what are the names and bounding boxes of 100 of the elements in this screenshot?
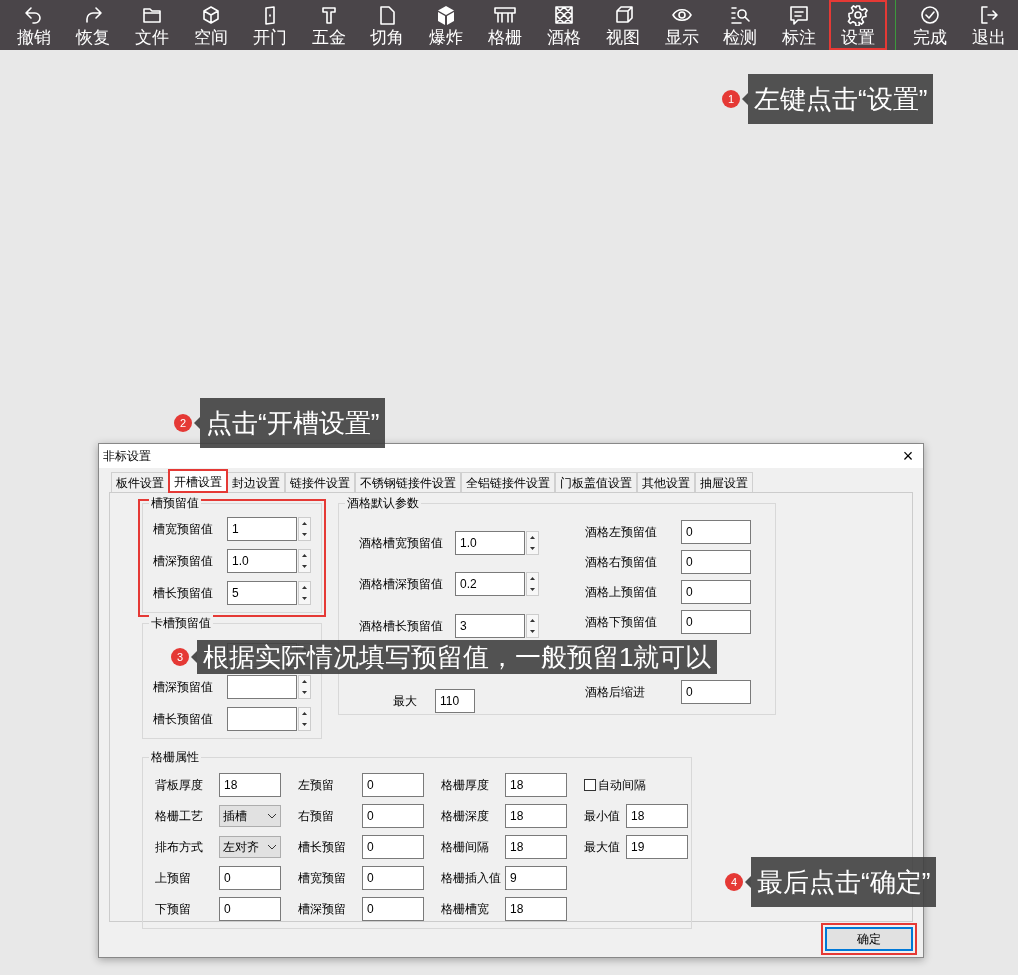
toolbar-button[interactable]: 五金 (299, 0, 358, 50)
input-field[interactable]: 1.0 (455, 530, 525, 555)
tab[interactable]: 开槽设置 (169, 470, 227, 492)
input-field[interactable]: 19 (626, 835, 688, 859)
checkbox-label: 自动间隔 (598, 777, 646, 794)
tab[interactable]: 其他设置 (637, 472, 695, 492)
input-field[interactable]: 110 (435, 689, 475, 714)
input-field[interactable]: 0 (362, 897, 424, 921)
spin-buttons[interactable] (298, 707, 311, 731)
callout-tooltip: 最后点击“确定” (751, 857, 937, 907)
field-label: 酒格上预留值 (585, 584, 658, 601)
input-field[interactable]: 0 (681, 680, 751, 704)
field-label: 最大值 (584, 839, 621, 856)
note-icon (788, 4, 811, 26)
field-label: 槽宽预留 (298, 870, 347, 887)
toolbar-button[interactable]: 视图 (593, 0, 653, 50)
input-field[interactable]: 0 (362, 866, 424, 890)
toolbar-button[interactable]: 切角 (357, 0, 417, 50)
input-field[interactable]: 18 (505, 804, 567, 828)
tab[interactable]: 不锈钢链接件设置 (355, 472, 461, 492)
spin-buttons[interactable] (298, 581, 311, 605)
grille-icon (494, 4, 517, 26)
input-field[interactable]: 18 (626, 804, 688, 828)
spin-buttons[interactable] (298, 549, 311, 573)
toolbar-button[interactable]: 撤销 (5, 0, 64, 50)
toolbar-button[interactable]: 酒格 (534, 0, 594, 50)
field-label: 酒格槽宽预留值 (359, 534, 444, 552)
input-field[interactable]: 3 (455, 613, 525, 638)
checkbox[interactable] (584, 779, 596, 791)
toolbar-button[interactable]: 开门 (240, 0, 300, 50)
toolbar-button[interactable]: 恢复 (63, 0, 123, 50)
input-field[interactable]: 0 (362, 773, 424, 797)
close-button[interactable]: × (893, 444, 923, 468)
input-field[interactable]: 1 (227, 517, 297, 541)
toolbar-button[interactable]: 文件 (122, 0, 182, 50)
field-label: 酒格后缩进 (585, 684, 646, 701)
input-field[interactable]: 18 (219, 773, 281, 797)
spin-buttons[interactable] (298, 517, 311, 541)
field-label: 格栅插入值 (441, 870, 502, 887)
input-field[interactable]: 9 (505, 866, 567, 890)
field-label: 下预留 (155, 901, 192, 918)
input-field[interactable]: 0 (219, 866, 281, 890)
dropdown[interactable]: 左对齐 (219, 836, 281, 858)
input-field[interactable]: 0 (681, 610, 751, 634)
group-title: 槽预留值 (149, 495, 201, 511)
input-field[interactable]: 18 (505, 773, 567, 797)
tab[interactable]: 封边设置 (227, 472, 285, 492)
field-label: 格栅槽宽 (441, 901, 490, 918)
dropdown[interactable]: 插槽 (219, 805, 281, 827)
input-field[interactable]: 18 (505, 897, 567, 921)
tab[interactable]: 全铝链接件设置 (461, 472, 555, 492)
tab[interactable]: 门板盖值设置 (555, 472, 637, 492)
chevron-down-icon (267, 844, 277, 850)
toolbar-button[interactable]: 爆炸 (416, 0, 476, 50)
field-label: 最大 (392, 693, 418, 711)
input-field[interactable]: 0 (681, 520, 751, 544)
field-label: 酒格槽长预留值 (359, 617, 444, 635)
group-title: 酒格默认参数 (345, 495, 421, 511)
input-field[interactable]: 0 (681, 550, 751, 574)
input-field[interactable]: 1.0 (227, 549, 297, 573)
field-label: 格栅深度 (441, 808, 490, 825)
spin-buttons[interactable] (526, 530, 539, 555)
tab[interactable]: 板件设置 (111, 472, 169, 492)
field-label: 背板厚度 (155, 777, 204, 794)
input-field[interactable]: 0 (362, 835, 424, 859)
group-title: 卡槽预留值 (149, 615, 213, 631)
step-number: 1 (722, 90, 740, 108)
window-title: 非标设置 (103, 448, 151, 465)
input-field[interactable]: 0 (362, 804, 424, 828)
toolbar-button[interactable]: 空间 (181, 0, 241, 50)
toolbar-button[interactable]: 设置 (828, 0, 888, 50)
toolbar-button[interactable]: 退出 (959, 0, 1018, 50)
input-field[interactable] (227, 675, 297, 699)
callout-tooltip: 左键点击“设置” (748, 74, 934, 124)
callout-tooltip: 点击“开槽设置” (200, 398, 386, 448)
spin-buttons[interactable] (526, 572, 539, 597)
input-field[interactable]: 0 (681, 580, 751, 604)
field-label: 槽长预留 (298, 839, 347, 856)
step-number: 2 (174, 414, 192, 432)
lattice-icon (552, 4, 575, 26)
input-field[interactable] (227, 707, 297, 731)
spin-buttons[interactable] (298, 675, 311, 699)
toolbar-button[interactable]: 检测 (710, 0, 770, 50)
field-label: 格栅间隔 (441, 839, 490, 856)
tab[interactable]: 链接件设置 (285, 472, 355, 492)
input-field[interactable]: 0 (219, 897, 281, 921)
spin-buttons[interactable] (526, 613, 539, 638)
field-label: 槽长预留值 (153, 711, 214, 728)
toolbar-button[interactable]: 标注 (769, 0, 829, 50)
tab[interactable]: 抽屉设置 (695, 472, 753, 492)
field-label: 酒格右预留值 (585, 554, 658, 571)
toolbar-button[interactable]: 完成 (900, 0, 960, 50)
toolbar-button[interactable]: 显示 (652, 0, 711, 50)
check-circle-icon (918, 4, 941, 26)
input-field[interactable]: 5 (227, 581, 297, 605)
field-label: 右预留 (298, 808, 335, 825)
group-title: 格栅属性 (149, 749, 201, 765)
input-field[interactable]: 18 (505, 835, 567, 859)
input-field[interactable]: 0.2 (455, 572, 525, 597)
toolbar-button[interactable]: 格栅 (475, 0, 535, 50)
